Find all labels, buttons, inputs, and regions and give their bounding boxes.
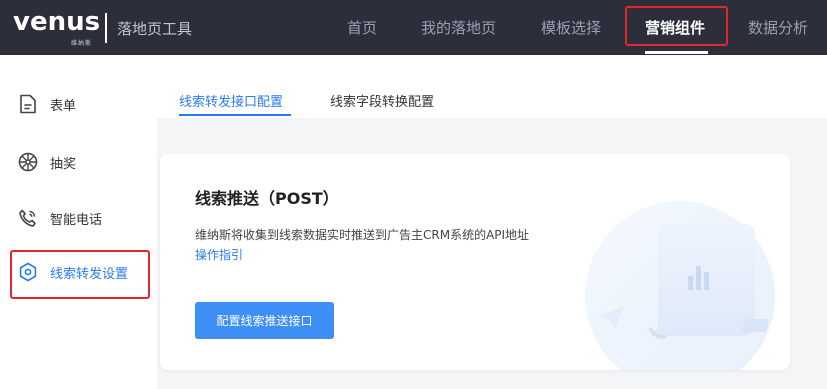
nav-data-analysis[interactable]: 数据分析	[748, 17, 808, 38]
document-chart-icon	[570, 184, 790, 370]
tab-bar: 线索转发接口配置 线索字段转换配置	[157, 55, 827, 118]
nav-active-indicator	[645, 51, 708, 54]
logo-text: VENUS	[13, 7, 101, 37]
lottery-icon	[17, 151, 39, 173]
sidebar-item-lead-forwarding[interactable]: 线索转发设置	[17, 258, 128, 286]
nav-home[interactable]: 首页	[347, 17, 377, 38]
tab-lead-forwarding-api[interactable]: 线索转发接口配置	[179, 91, 283, 110]
phone-icon	[17, 207, 39, 229]
lead-push-card: 线索推送（POST） 维纳斯将收集到线索数据实时推送到广告主CRM系统的API地…	[160, 154, 790, 370]
sidebar-item-form[interactable]: 表单	[17, 90, 76, 118]
sidebar-item-smart-phone[interactable]: 智能电话	[17, 204, 102, 232]
form-icon	[17, 93, 39, 115]
main-content: 线索转发接口配置 线索字段转换配置 线索推送（POST） 维纳斯将收集到线索数据…	[157, 55, 827, 389]
guide-link[interactable]: 操作指引	[195, 246, 243, 263]
venus-logo[interactable]: VENUS 维纳斯	[13, 7, 101, 47]
logo-subtext: 维纳斯	[71, 40, 93, 47]
product-name: 落地页工具	[117, 20, 193, 38]
sidebar-item-label: 表单	[50, 98, 77, 114]
settings-hexagon-icon	[17, 261, 39, 283]
logo-divider	[105, 13, 107, 43]
sidebar-item-label: 智能电话	[50, 212, 103, 228]
card-description: 维纳斯将收集到线索数据实时推送到广告主CRM系统的API地址	[195, 228, 530, 242]
sidebar: 表单 抽奖 智能电话 线索转发设置	[0, 55, 157, 389]
sidebar-item-lottery[interactable]: 抽奖	[17, 148, 76, 176]
configure-push-api-button[interactable]: 配置线索推送接口	[195, 302, 334, 339]
top-bar: VENUS 维纳斯 落地页工具 首页 我的落地页 模板选择 营销组件 数据分析	[0, 0, 827, 55]
nav-my-landing-pages[interactable]: 我的落地页	[421, 17, 496, 38]
sidebar-item-label: 线索转发设置	[50, 266, 129, 282]
nav-marketing-components[interactable]: 营销组件	[645, 17, 705, 38]
nav-template-select[interactable]: 模板选择	[541, 17, 601, 38]
tab-lead-field-conversion[interactable]: 线索字段转换配置	[330, 91, 434, 110]
tab-active-indicator	[179, 114, 291, 116]
card-title: 线索推送（POST）	[195, 189, 339, 208]
sidebar-item-label: 抽奖	[50, 156, 77, 172]
